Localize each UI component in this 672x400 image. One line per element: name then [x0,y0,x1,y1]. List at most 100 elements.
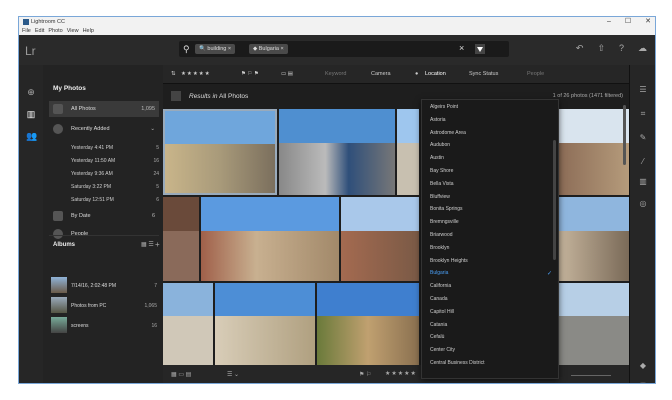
add-album-icon[interactable]: + [155,240,160,249]
location-option[interactable]: Bay Shore [430,168,554,180]
location-option[interactable]: Brooklyn [430,245,554,257]
recent-item[interactable]: Yesterday 11:50 AM 16 [71,158,159,164]
photo-thumbnail[interactable] [215,283,315,365]
cloud-icon[interactable]: ☁ [638,43,647,54]
location-option[interactable]: Astrodome Area [430,130,554,142]
photo-thumbnail[interactable] [555,283,629,365]
location-option[interactable]: Algeirs Point [430,104,554,116]
flag-icon[interactable]: ⚑ ⚐ [359,371,371,378]
checkmark-icon: ✓ [546,271,552,278]
panel-toggle-icon[interactable] [171,91,181,101]
sync-status-filter[interactable]: Sync Status [469,71,498,77]
photo-thumbnail[interactable] [163,109,277,195]
location-option[interactable]: Cefalù [430,334,554,346]
location-option[interactable]: California [430,283,554,295]
gradient-icon[interactable]: ▥ [638,177,648,187]
menu-edit[interactable]: Edit [35,28,44,34]
close-button[interactable]: ✕ [645,17,651,27]
help-icon[interactable]: ? [619,43,624,54]
album-item[interactable]: 7/14/16, 2:02:48 PM 7 [51,277,159,295]
add-photos-icon[interactable]: ⊕ [26,87,36,97]
undo-icon[interactable]: ↶ [576,43,584,54]
location-option[interactable]: Bella Vista [430,181,554,193]
recent-item[interactable]: Saturday 3:22 PM 5 [71,184,159,190]
minimize-button[interactable]: – [607,17,611,27]
menu-help[interactable]: Help [83,28,94,34]
location-option[interactable]: Central Business District [430,360,554,372]
brush-icon[interactable]: ⁄ [638,157,648,167]
sidebar-item-recently-added[interactable]: Recently Added ⌄ [49,121,159,137]
thumbnail-size-slider[interactable] [571,375,611,376]
photo-thumbnail[interactable] [163,197,199,281]
tag-icon[interactable]: ◆ [638,361,648,371]
recent-item[interactable]: Saturday 12:51 PM 6 [71,197,159,203]
divider [49,235,159,236]
photo-thumbnail[interactable] [555,197,629,281]
album-label: Photos from PC [71,303,107,309]
location-option[interactable]: Astoria [430,117,554,129]
photo-thumbnail[interactable] [555,109,629,195]
search-chip-bulgaria[interactable]: ◆ Bulgaria × [249,44,288,54]
photo-thumbnail[interactable] [279,109,395,195]
people-filter[interactable]: People [527,71,544,77]
library-icon[interactable]: ▥ [26,109,36,119]
star-rating-filter[interactable]: ★★★★★ [181,71,211,77]
location-option[interactable]: Catania [430,322,554,334]
location-option[interactable]: Austin [430,155,554,167]
location-option[interactable]: Bremngsville [430,219,554,231]
location-option[interactable]: Capitol Hill [430,309,554,321]
flag-filter-icon[interactable]: ⚑ ⚐ ⚑ [241,71,259,77]
rating-stars[interactable]: ★★★★★ [385,370,417,377]
photo-thumbnail[interactable] [317,283,419,365]
search-chip-building[interactable]: 🔍 building × [195,44,236,54]
photo-thumbnail[interactable] [163,283,213,365]
sort-menu-icon[interactable]: ☰ ⌄ [227,371,239,378]
grid-view-icon[interactable]: ▦ ▭ ▤ [171,371,191,378]
location-option[interactable]: Audubon [430,142,554,154]
search-bar[interactable]: ⚲ 🔍 building × ◆ Bulgaria × × [179,41,509,57]
location-option[interactable]: Briarwood [430,232,554,244]
location-option[interactable]: Brooklyn Heights [430,258,554,270]
keyword-filter[interactable]: Keyword [325,71,346,77]
location-option-label: Bremngsville [430,219,459,226]
camera-filter[interactable]: Camera [371,71,391,77]
photo-thumbnail[interactable] [397,109,419,195]
media-type-icon[interactable]: ▭ ▤ [281,71,293,77]
photo-thumbnail[interactable] [201,197,339,281]
scrollbar[interactable] [623,105,626,165]
share-icon[interactable]: ⇧ [597,43,605,54]
location-option-label: Bulgaria [430,270,449,277]
photo-thumbnail[interactable] [341,197,419,281]
location-option[interactable]: Center City [430,347,554,359]
filter-icon[interactable] [475,44,485,54]
album-item[interactable]: screens 16 [51,317,159,335]
recent-item[interactable]: Yesterday 4:41 PM 5 [71,145,159,151]
location-option-label: Center City [430,347,456,354]
healing-brush-icon[interactable]: ✎ [638,133,648,143]
recent-item[interactable]: Yesterday 9:36 AM 24 [71,171,159,177]
location-option[interactable]: Canada [430,296,554,308]
album-view-toggle-icon[interactable]: ▦ ☰ [141,241,154,248]
edit-sliders-icon[interactable]: ☰ [638,85,648,95]
location-option[interactable]: Bluffview [430,194,554,206]
menu-view[interactable]: View [67,28,79,34]
location-option-label: Bella Vista [430,180,454,187]
sort-icon[interactable]: ⇅ [171,71,176,77]
search-icon: ⚲ [183,44,190,54]
clear-search-icon[interactable]: × [459,43,464,53]
album-item[interactable]: Photos from PC 1,065 [51,297,159,315]
location-filter[interactable]: Location [425,71,446,77]
menu-file[interactable]: File [22,28,31,34]
sidebar-item-people[interactable]: People [49,226,159,242]
sidebar-item-all-photos[interactable]: All Photos 1,095 [49,101,159,117]
location-option[interactable]: Bonita Springs [430,206,554,218]
location-option[interactable]: Bulgaria ✓ [430,270,554,282]
radial-icon[interactable]: ◎ [638,199,648,209]
sidebar-item-by-date[interactable]: By Date 6 [49,208,159,224]
menu-photo[interactable]: Photo [48,28,62,34]
crop-icon[interactable]: ⌗ [638,109,648,119]
recent-item-count: 5 [156,184,159,190]
maximize-button[interactable]: ☐ [625,17,631,27]
people-icon[interactable]: 👥 [26,131,37,141]
info-icon[interactable]: ⓘ [638,381,648,383]
